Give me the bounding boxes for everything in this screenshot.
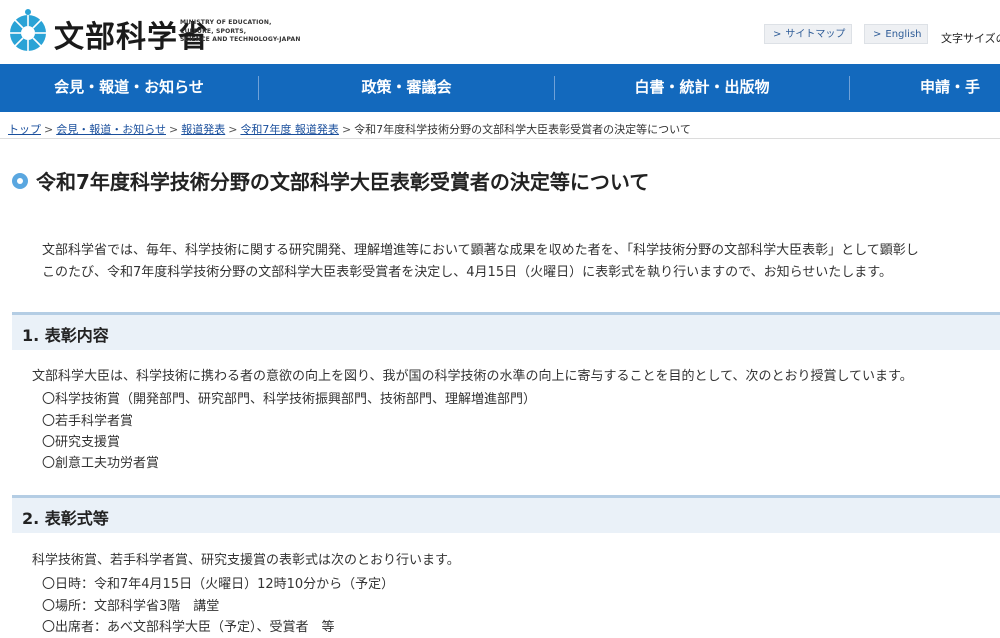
breadcrumb-separator: > xyxy=(228,123,238,136)
intro-line-1: 文部科学省では、毎年、科学技術に関する研究開発、理解増進等において顕著な成果を収… xyxy=(42,243,919,258)
breadcrumb-separator: > xyxy=(169,123,179,136)
breadcrumb-link-top[interactable]: トップ xyxy=(8,123,41,136)
breadcrumb-link-press[interactable]: 会見・報道・お知らせ xyxy=(56,123,166,136)
breadcrumb-link-year[interactable]: 令和7年度 報道発表 xyxy=(240,123,339,136)
mext-logo-icon[interactable] xyxy=(6,8,50,52)
section2-text: 科学技術賞、若手科学者賞、研究支援賞の表彰式は次のとおり行います。 xyxy=(32,553,460,568)
nav-item-press[interactable]: 会見・報道・お知らせ xyxy=(0,64,258,112)
chevron-right-icon: > xyxy=(773,29,782,40)
breadcrumb-separator: > xyxy=(341,123,352,136)
breadcrumb-separator: > xyxy=(44,123,54,136)
title-bullet-icon xyxy=(12,173,28,189)
nav-item-publications[interactable]: 白書・統計・出版物 xyxy=(555,64,849,112)
global-nav: 会見・報道・お知らせ 政策・審議会 白書・統計・出版物 申請・手 xyxy=(0,64,1000,112)
list-item: 〇出席者：あべ文部科学大臣（予定）、受賞者 等 xyxy=(42,620,335,635)
intro-text: 文部科学省では、毎年、科学技術に関する研究開発、理解増進等において顕著な成果を収… xyxy=(42,240,919,284)
nav-item-applications[interactable]: 申請・手 xyxy=(850,64,1000,112)
list-item: 〇創意工夫功労者賞 xyxy=(42,456,160,471)
page-title: 令和7年度科学技術分野の文部科学大臣表彰受賞者の決定等について xyxy=(36,170,650,194)
section-heading-award-content: 1. 表彰内容 xyxy=(12,312,1000,350)
nav-item-policy[interactable]: 政策・審議会 xyxy=(259,64,554,112)
section-heading-text: 2. 表彰式等 xyxy=(22,509,109,528)
font-size-label: 文字サイズの xyxy=(941,32,1000,45)
breadcrumb: トップ > 会見・報道・お知らせ > 報道発表 > 令和7年度 報道発表 > 令和7年度科学技術… xyxy=(8,121,691,137)
section-heading-ceremony: 2. 表彰式等 xyxy=(12,495,1000,533)
english-button[interactable]: > English xyxy=(864,24,928,44)
list-item: 〇若手科学者賞 xyxy=(42,414,134,429)
logo-english-name: MINISTRY OF EDUCATION, CULTURE, SPORTS, … xyxy=(180,19,301,43)
section1-text: 文部科学大臣は、科学技術に携わる者の意欲の向上を図り、我が国の科学技術の水準の向… xyxy=(32,369,913,384)
breadcrumb-current: 令和7年度科学技術分野の文部科学大臣表彰受賞者の決定等について xyxy=(354,123,691,136)
list-item: 〇科学技術賞（開発部門、研究部門、科学技術振興部門、技術部門、理解増進部門） xyxy=(42,392,537,407)
chevron-right-icon: > xyxy=(873,29,882,40)
breadcrumb-link-releases[interactable]: 報道発表 xyxy=(181,123,225,136)
section-heading-text: 1. 表彰内容 xyxy=(22,326,109,345)
site-header: 文部科学省 MINISTRY OF EDUCATION, CULTURE, SP… xyxy=(0,0,1000,64)
list-item: 〇日時：令和7年4月15日（火曜日）12時10分から（予定） xyxy=(42,577,395,592)
sitemap-button[interactable]: > サイトマップ xyxy=(764,24,852,44)
intro-line-2: このたび、令和7年度科学技術分野の文部科学大臣表彰受賞者を決定し、4月15日（火… xyxy=(42,265,893,280)
list-item: 〇場所：文部科学省3階 講堂 xyxy=(42,599,220,614)
list-item: 〇研究支援賞 xyxy=(42,435,121,450)
breadcrumb-divider xyxy=(0,138,1000,139)
sitemap-label: サイトマップ xyxy=(785,29,846,40)
english-label: English xyxy=(885,29,922,40)
